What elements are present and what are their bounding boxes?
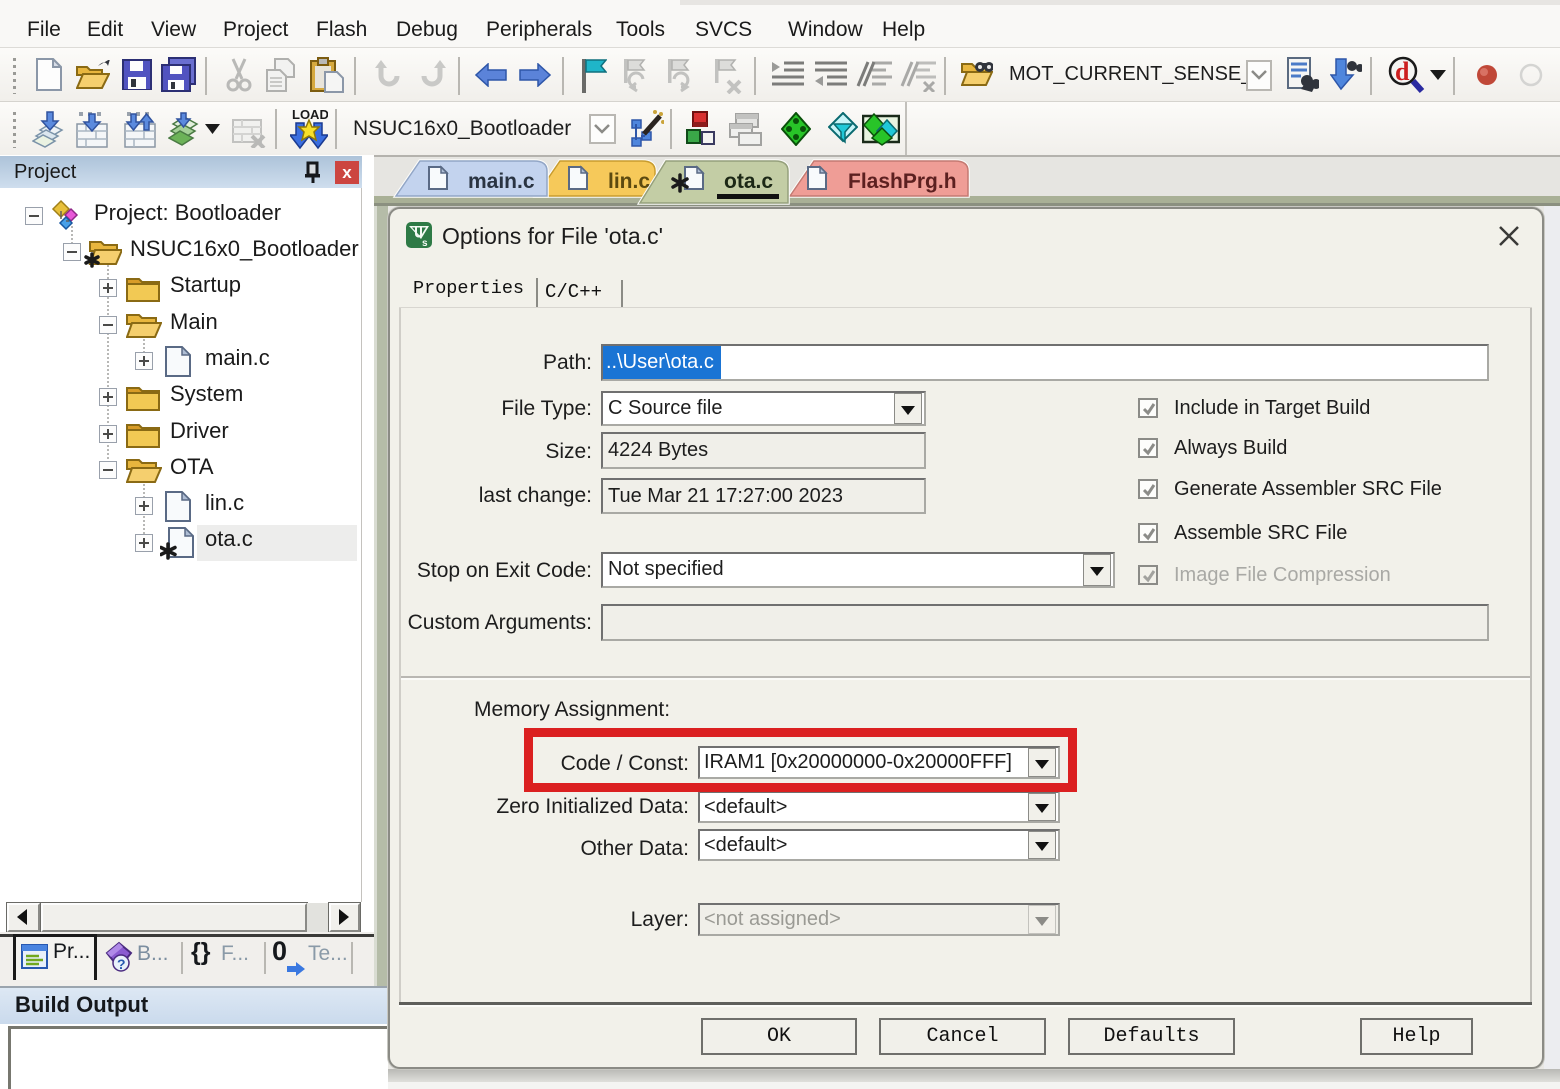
- svg-text:s: s: [422, 238, 428, 248]
- svg-text:lin.c: lin.c: [608, 170, 650, 193]
- svg-text:?: ?: [117, 956, 126, 972]
- svg-text:ota.c: ota.c: [724, 170, 773, 193]
- svg-text:LOAD: LOAD: [292, 107, 328, 122]
- svg-text:main.c: main.c: [468, 170, 535, 193]
- svg-text:FlashPrg.h: FlashPrg.h: [848, 170, 957, 193]
- svg-text:d: d: [1395, 57, 1410, 86]
